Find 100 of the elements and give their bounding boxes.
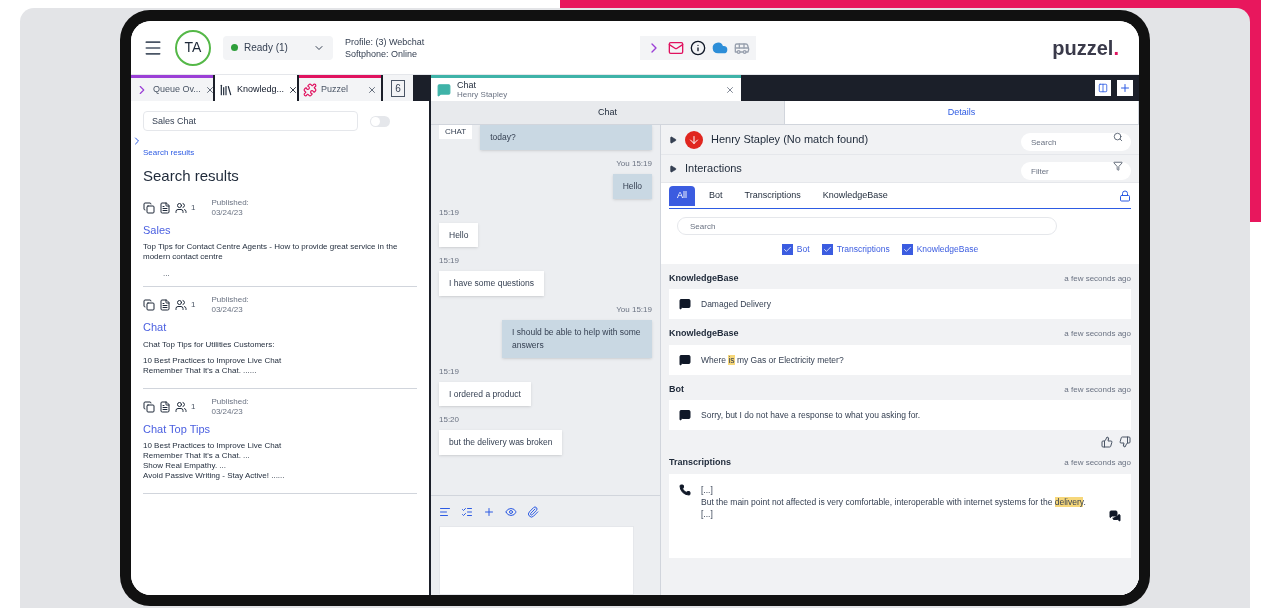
- checkbox-label: Bot: [796, 243, 810, 256]
- message-bubble: I have some questions: [439, 271, 545, 296]
- result-snippet: 10 Best Practices to Improve Live Chat Remember That It's a Chat. ... Show Real Empathy. ... Avoid Passive Writing - Stay Active! ......: [143, 441, 286, 481]
- profile-text: Profile: (3) Webchat: [345, 35, 425, 48]
- softphone-text: Softphone: Online: [345, 47, 419, 60]
- message-time: 15:19: [439, 206, 460, 219]
- published-label: Published:: [211, 295, 249, 305]
- section-title: Interactions: [685, 161, 743, 177]
- feed-time: a few seconds ago: [1064, 383, 1131, 396]
- feed-source: Bot: [669, 382, 684, 396]
- message-bubble: Hello: [439, 222, 479, 248]
- result-title[interactable]: Chat Top Tips: [143, 420, 211, 437]
- checkbox-label: KnowledgeBase: [916, 243, 979, 256]
- checkbox[interactable]: [901, 243, 913, 255]
- filter-tab[interactable]: All: [669, 185, 695, 206]
- filter-tab[interactable]: Bot: [701, 185, 731, 206]
- tab-count-button[interactable]: 6: [383, 75, 413, 101]
- message-bubble: but the delivery was broken: [439, 430, 563, 455]
- published-label: Published:: [211, 396, 249, 407]
- document-icon: [159, 299, 171, 311]
- channel-label: CHAT: [439, 125, 473, 139]
- filter-field[interactable]: Filter: [1021, 162, 1131, 180]
- search-icon: [1113, 131, 1123, 142]
- panel-tab[interactable]: Queue Ov...: [131, 75, 213, 101]
- logo: puzzel.: [1052, 35, 1120, 61]
- close-icon: [204, 84, 215, 95]
- close-icon: [725, 84, 735, 95]
- feed-text: Where is my Gas or Electricity meter?: [701, 353, 845, 366]
- list-icon: [461, 506, 473, 518]
- view-tab[interactable]: Chat: [431, 101, 785, 124]
- avatar[interactable]: TA: [175, 29, 211, 66]
- message-bubble: Hello: [612, 173, 652, 199]
- people-icon: [175, 201, 187, 214]
- feed-text: Damaged Delivery: [701, 298, 772, 311]
- plus-icon: [483, 506, 495, 518]
- caret-icon: [669, 135, 677, 144]
- puzzle-icon: [303, 82, 317, 97]
- close-icon: [367, 84, 377, 95]
- panel-tab[interactable]: Knowledg...: [215, 75, 297, 101]
- paperclip-icon: [527, 506, 539, 518]
- status-dropdown[interactable]: Ready (1): [223, 35, 333, 60]
- contact-search-field[interactable]: Search: [1021, 133, 1131, 151]
- plus-icon: [1119, 82, 1131, 94]
- search-field[interactable]: Search: [677, 217, 1057, 235]
- result-count: 1: [191, 400, 196, 413]
- message-bubble: I ordered a product: [439, 381, 531, 407]
- message-time: You 15:19: [616, 157, 652, 170]
- filter-icon: [1113, 160, 1123, 171]
- message-time: You 15:19: [616, 304, 652, 316]
- eye-icon: [505, 506, 517, 518]
- toggle-switch[interactable]: [370, 115, 390, 127]
- panel-tab[interactable]: Puzzel: [299, 75, 381, 101]
- message-time: 15:19: [439, 365, 460, 378]
- feed-time: a few seconds ago: [1064, 272, 1131, 285]
- feed-source: KnowledgeBase: [669, 271, 739, 285]
- mail-icon: [668, 39, 685, 56]
- close-icon: [288, 84, 299, 95]
- published-date: 03/24/23: [211, 207, 244, 218]
- people-icon: [175, 400, 187, 413]
- search-field[interactable]: Sales Chat: [143, 111, 358, 131]
- result-title[interactable]: Chat: [143, 319, 167, 336]
- checkbox[interactable]: [821, 243, 833, 255]
- thumbs-down-icon: [1119, 436, 1131, 449]
- note-icon: [679, 353, 691, 366]
- caret-icon: [669, 164, 677, 173]
- session-title: Chat: [457, 79, 477, 90]
- result-title[interactable]: Sales: [143, 221, 171, 238]
- feed-time: a few seconds ago: [1064, 457, 1131, 469]
- add-button[interactable]: [1117, 80, 1133, 96]
- feed-source: KnowledgeBase: [669, 327, 739, 341]
- chat-bubbles-icon: [1109, 509, 1121, 522]
- more-indicator: ...: [163, 268, 170, 280]
- document-icon: [159, 400, 171, 413]
- copy-icon: [143, 400, 155, 413]
- lock-icon: [1119, 189, 1131, 202]
- filter-tab[interactable]: Transcriptions: [736, 185, 809, 206]
- message-time: 15:20: [439, 414, 460, 427]
- result-snippet: Chat Top Tips for Utilities Customers:: [143, 339, 276, 350]
- session-subtitle: Henry Stapley: [457, 89, 509, 100]
- columns-icon: [1098, 83, 1108, 93]
- result-count: 1: [191, 201, 196, 214]
- breadcrumb-link[interactable]: Search results: [143, 147, 195, 159]
- checkbox-label: Transcriptions: [836, 243, 890, 256]
- books-icon: [219, 82, 233, 97]
- checkbox[interactable]: [781, 243, 793, 255]
- message-bubble: today?: [480, 125, 652, 150]
- copy-icon: [143, 201, 155, 214]
- phone-icon: [679, 483, 691, 496]
- thumbs-up-icon: [1101, 436, 1113, 449]
- feed-time: a few seconds ago: [1064, 328, 1131, 340]
- filter-tab[interactable]: KnowledgeBase: [814, 185, 896, 206]
- result-snippet: Top Tips for Contact Centre Agents - How to provide great service in the modern contact centre: [143, 242, 399, 262]
- layout-button[interactable]: [1095, 80, 1111, 96]
- people-icon: [175, 299, 187, 311]
- message-bubble: I should be able to help with some answers: [502, 320, 652, 358]
- note-icon: [679, 409, 691, 422]
- chat-icon: [437, 82, 451, 97]
- message-input[interactable]: [439, 526, 634, 595]
- session-tab[interactable]: Chat Henry Stapley: [431, 75, 741, 101]
- published-date: 03/24/23: [211, 406, 244, 417]
